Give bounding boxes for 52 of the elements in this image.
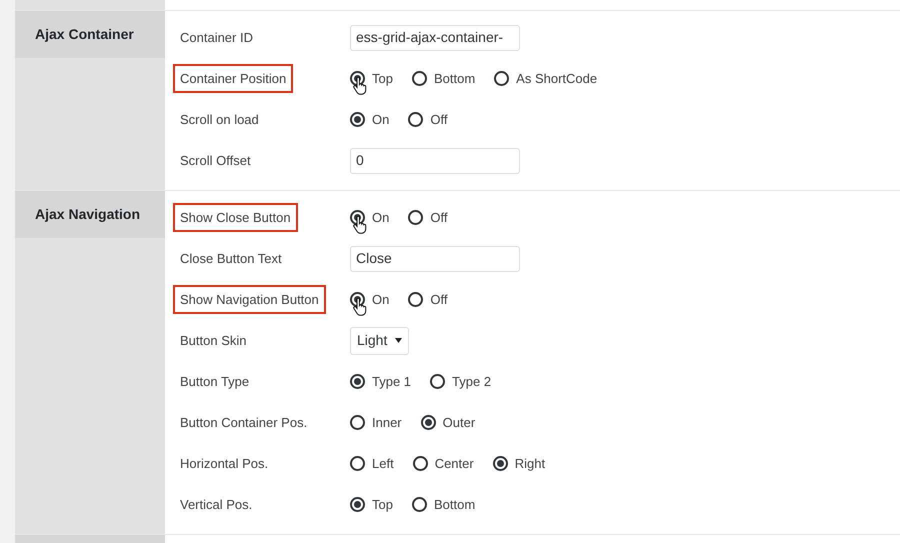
field-label: Show Navigation Button [173, 284, 326, 314]
radio-button[interactable] [408, 292, 424, 307]
section-title: Ajax Container [35, 25, 134, 44]
caret-icon [395, 338, 402, 343]
field-label: Show Close Button [173, 202, 298, 232]
radio-button[interactable] [350, 415, 365, 430]
field-label: Vertical Pos. [179, 496, 254, 514]
radio-button[interactable] [412, 497, 427, 512]
field-label: Horizontal Pos. [179, 454, 270, 473]
radio-button[interactable] [420, 415, 436, 430]
radio-option[interactable]: Top [350, 494, 393, 514]
radio-option[interactable]: Bottom [412, 68, 476, 88]
radio-option[interactable]: On [350, 208, 390, 228]
radio-option[interactable]: On [350, 110, 390, 130]
radio-button[interactable] [430, 374, 446, 389]
radio-button[interactable] [350, 112, 365, 127]
field-label: Scroll Offset [179, 152, 252, 170]
radio-button[interactable] [412, 456, 428, 471]
radio-button[interactable] [408, 210, 424, 225]
field-label: Button Skin [179, 332, 248, 350]
section-title: Ajax Navigation [35, 205, 140, 224]
text-field[interactable]: 0 [350, 148, 520, 174]
text-field[interactable]: ess-grid-ajax-container- [350, 24, 520, 50]
radio-option[interactable]: Right [492, 454, 546, 474]
radio-button[interactable] [350, 497, 365, 512]
field-label: Button Container Pos. [179, 414, 308, 432]
field-label: Scroll on load [179, 110, 260, 129]
field-label: Close Button Text [179, 250, 283, 268]
radio-option[interactable]: Center [412, 454, 474, 474]
radio-option[interactable]: Type 2 [430, 372, 492, 392]
radio-button[interactable] [408, 112, 424, 127]
radio-option[interactable]: Off [408, 208, 448, 228]
radio-option[interactable]: As ShortCode [494, 68, 598, 88]
radio-button[interactable] [492, 456, 508, 471]
radio-option[interactable]: Type 1 [350, 372, 412, 392]
radio-option[interactable]: On [350, 290, 390, 310]
radio-button[interactable] [412, 71, 427, 86]
radio-button[interactable] [494, 71, 510, 86]
radio-button[interactable] [350, 456, 365, 471]
skin-dropdown[interactable]: Light [350, 326, 410, 354]
radio-button[interactable] [350, 374, 365, 389]
radio-option[interactable]: Bottom [412, 494, 476, 514]
field-label: Container ID [179, 28, 254, 47]
field-label: Container Position [173, 64, 294, 94]
field-label: Button Type [179, 372, 250, 391]
text-field[interactable]: Close [350, 246, 520, 272]
radio-option[interactable]: Off [408, 110, 448, 130]
radio-option[interactable]: Off [408, 290, 448, 310]
radio-option[interactable]: Outer [420, 412, 476, 432]
radio-option[interactable]: Inner [350, 412, 402, 432]
radio-option[interactable]: Top [350, 68, 393, 88]
radio-option[interactable]: Left [350, 454, 394, 474]
